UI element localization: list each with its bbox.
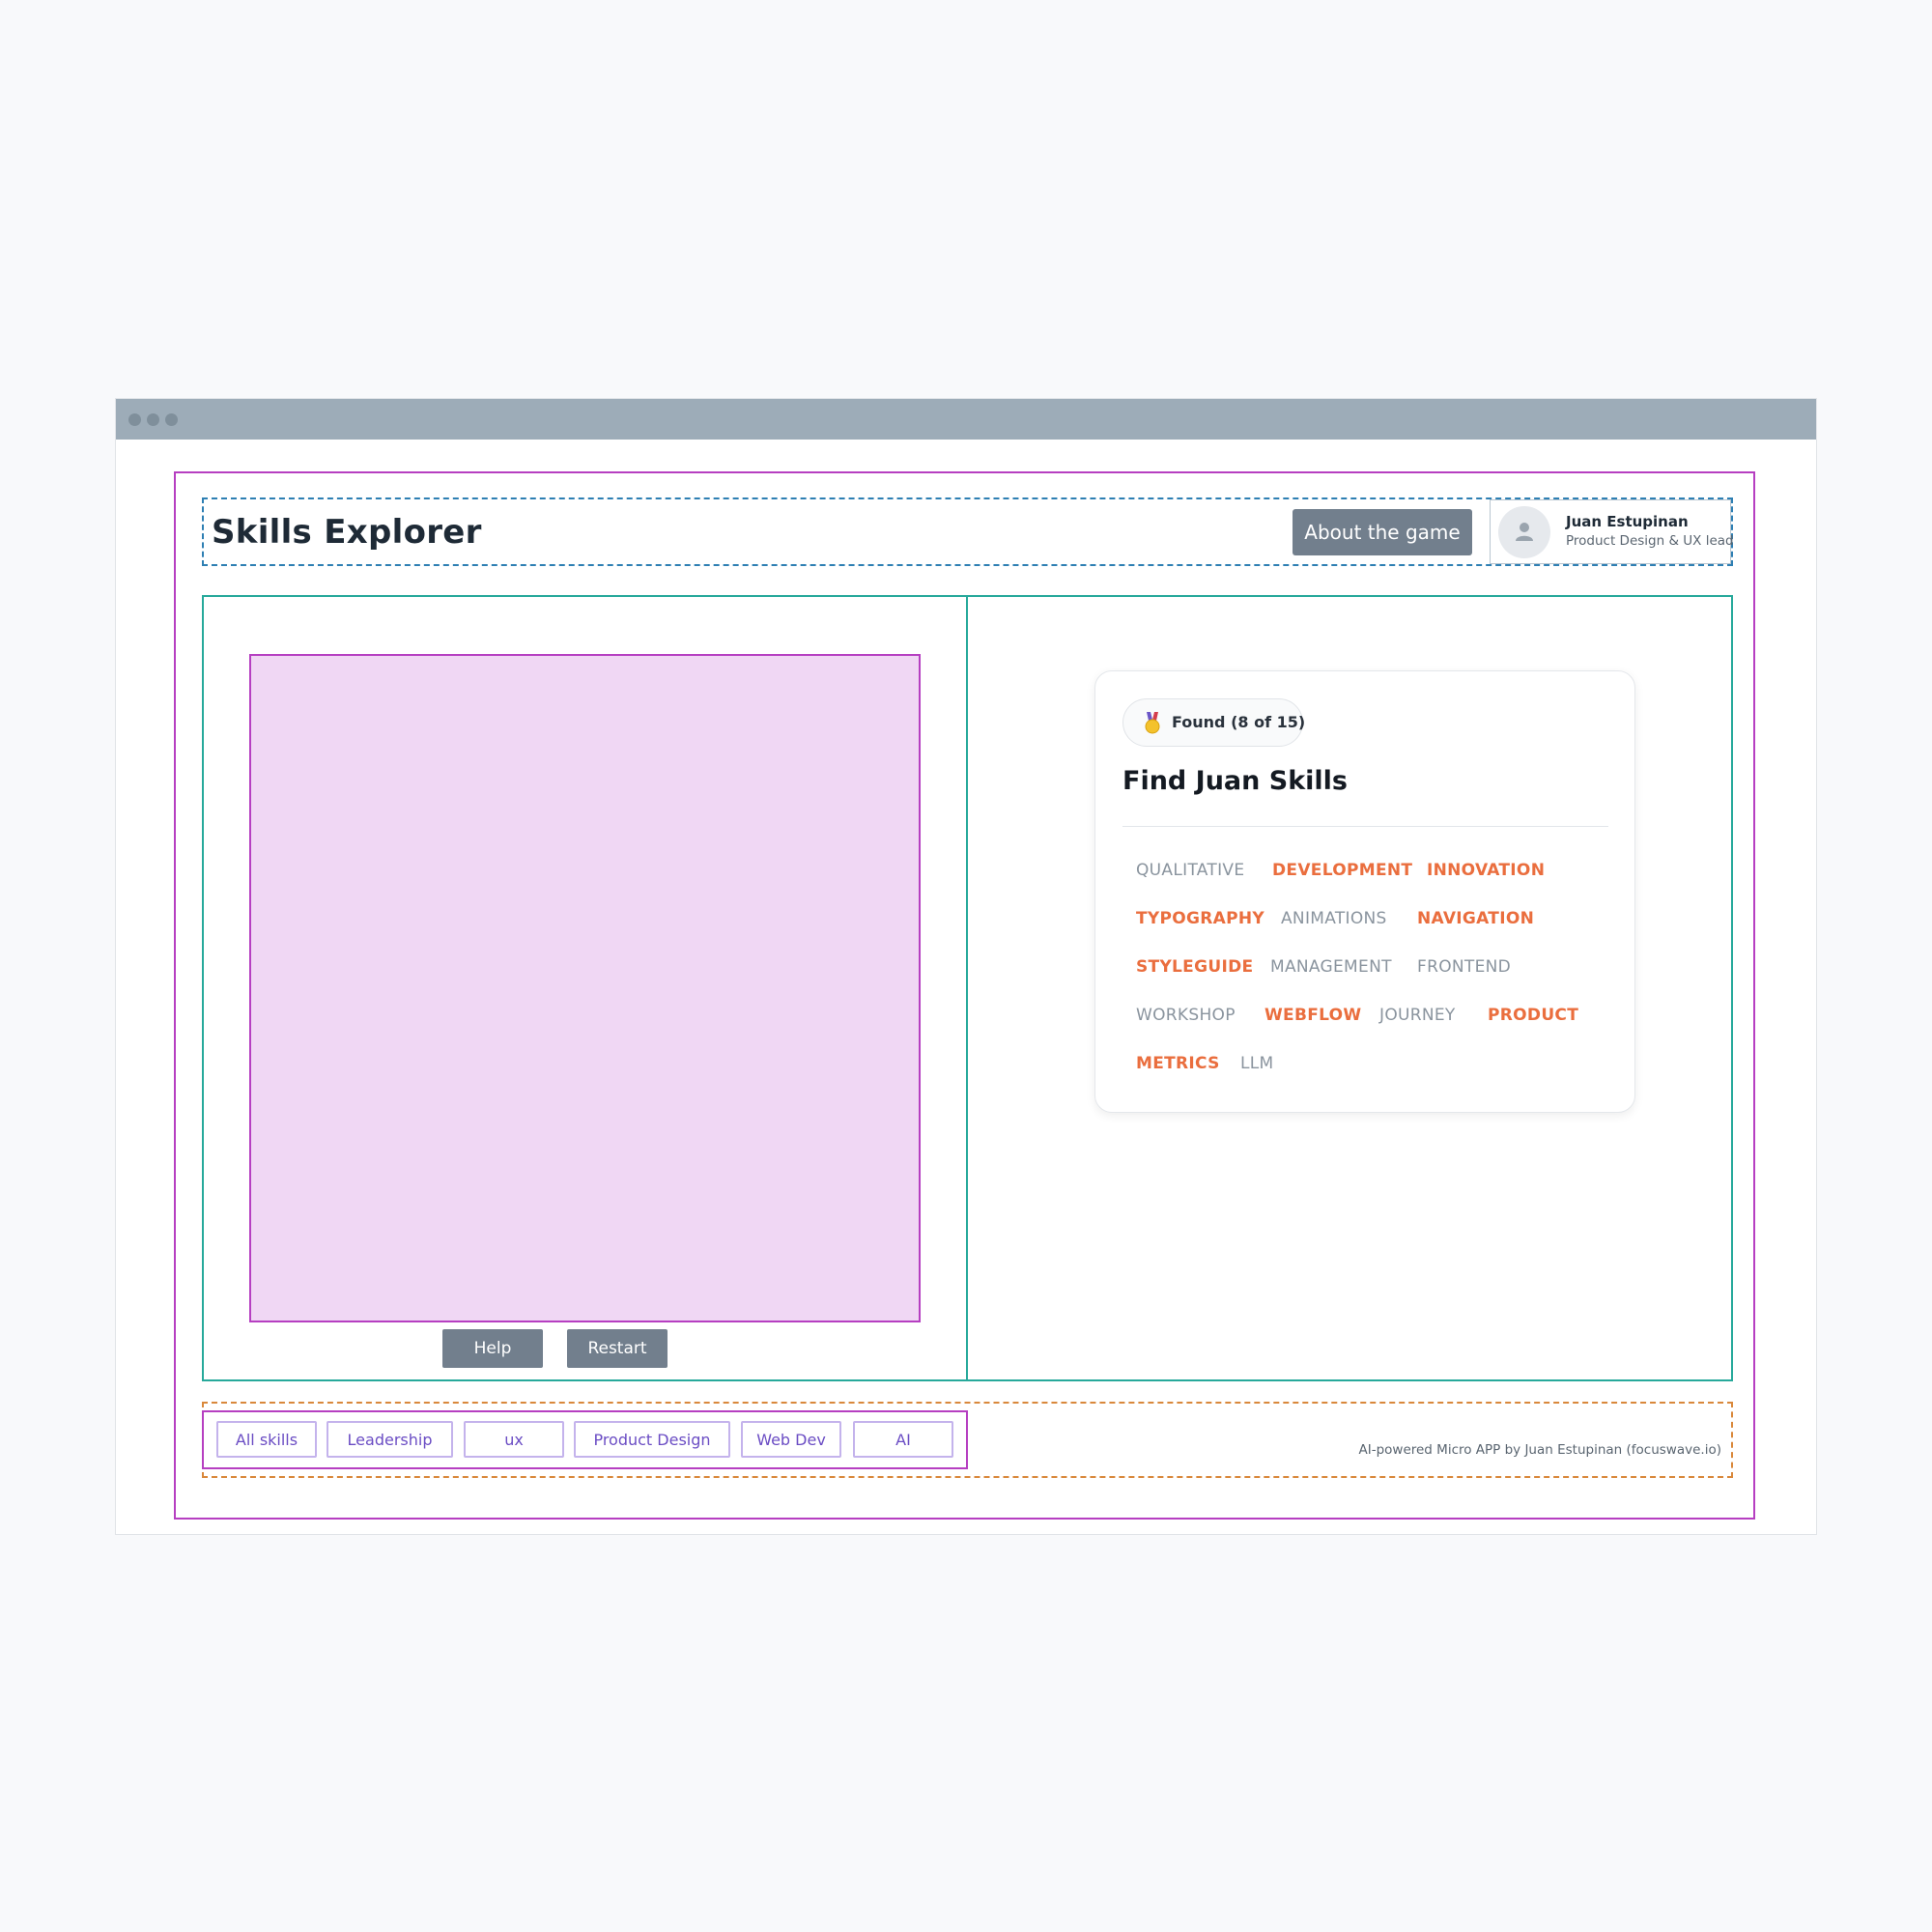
- help-button[interactable]: Help: [442, 1329, 543, 1368]
- profile-card[interactable]: Juan Estupinan Product Design & UX lead: [1490, 499, 1734, 564]
- card-divider: [1122, 826, 1608, 827]
- found-count: Found (8 of 15): [1172, 713, 1306, 731]
- card-title: Find Juan Skills: [1122, 766, 1348, 796]
- skill-word: METRICS: [1136, 1054, 1220, 1073]
- skill-word: INNOVATION: [1427, 861, 1546, 880]
- window-control-dot[interactable]: [165, 413, 178, 426]
- found-badge: Found (8 of 15): [1122, 698, 1306, 747]
- skill-word: TYPOGRAPHY: [1136, 909, 1265, 928]
- window-control-dot[interactable]: [128, 413, 141, 426]
- filter-ai[interactable]: AI: [853, 1421, 953, 1458]
- skill-word: JOURNEY: [1379, 1006, 1456, 1025]
- skill-word: WEBFLOW: [1264, 1006, 1362, 1025]
- filter-web-dev[interactable]: Web Dev: [741, 1421, 841, 1458]
- skill-word: LLM: [1240, 1054, 1274, 1073]
- skills-card: Found (8 of 15) Find Juan Skills QUALITA…: [1094, 670, 1635, 1113]
- skill-word: NAVIGATION: [1417, 909, 1535, 928]
- profile-role: Product Design & UX lead: [1566, 533, 1734, 549]
- filter-all-skills[interactable]: All skills: [216, 1421, 317, 1458]
- skill-word: MANAGEMENT: [1270, 957, 1392, 977]
- skill-word: FRONTEND: [1417, 957, 1512, 977]
- about-game-button[interactable]: About the game: [1293, 509, 1472, 555]
- skill-word: QUALITATIVE: [1136, 861, 1245, 880]
- skill-word: WORKSHOP: [1136, 1006, 1236, 1025]
- filter-leadership[interactable]: Leadership: [327, 1421, 453, 1458]
- profile-name: Juan Estupinan: [1566, 513, 1689, 530]
- game-canvas[interactable]: [249, 654, 921, 1322]
- window-titlebar: [116, 399, 1816, 440]
- skill-word: STYLEGUIDE: [1136, 957, 1254, 977]
- filter-ux[interactable]: ux: [464, 1421, 564, 1458]
- restart-button[interactable]: Restart: [567, 1329, 668, 1368]
- filter-product-design[interactable]: Product Design: [574, 1421, 730, 1458]
- avatar: [1498, 506, 1550, 558]
- skill-word: DEVELOPMENT: [1272, 861, 1413, 880]
- window-control-dot[interactable]: [147, 413, 159, 426]
- footer-credit: AI-powered Micro APP by Juan Estupinan (…: [1358, 1442, 1721, 1458]
- app-title: Skills Explorer: [212, 513, 482, 552]
- browser-window: Skills Explorer About the game Juan Estu…: [115, 398, 1817, 1535]
- medal-icon: [1145, 712, 1160, 734]
- skill-word: PRODUCT: [1488, 1006, 1579, 1025]
- skill-word: ANIMATIONS: [1281, 909, 1387, 928]
- user-icon: [1516, 523, 1533, 541]
